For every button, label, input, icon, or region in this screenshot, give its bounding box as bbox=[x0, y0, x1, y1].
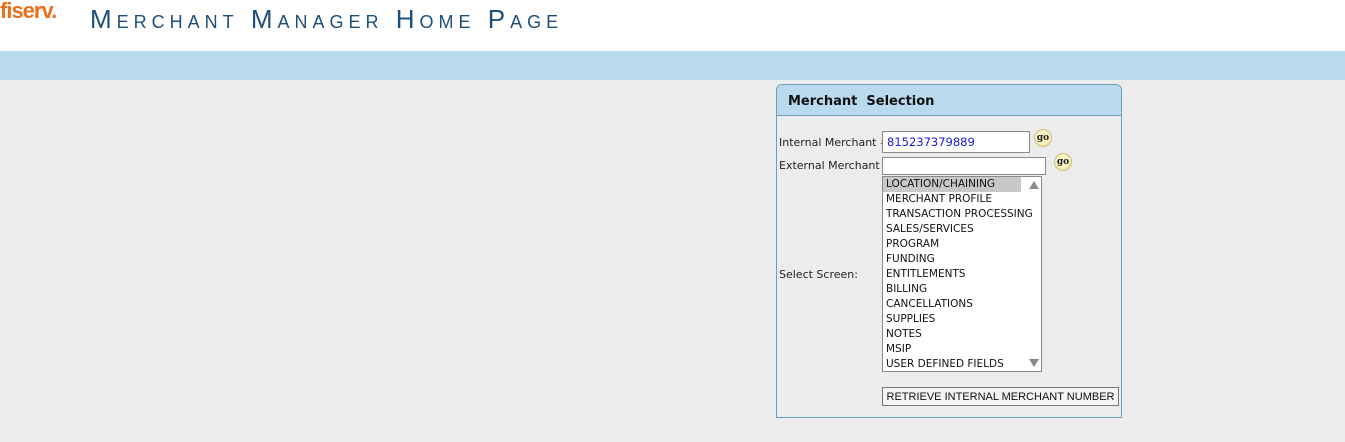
page-title: Merchant Manager Home Page bbox=[90, 4, 564, 34]
screen-option[interactable]: PROGRAM bbox=[883, 237, 1021, 252]
screen-option[interactable]: FUNDING bbox=[883, 252, 1021, 267]
screen-option[interactable]: TRANSACTION PROCESSING bbox=[883, 207, 1033, 222]
screen-option[interactable]: BILLING bbox=[883, 282, 1021, 297]
external-merchant-input[interactable] bbox=[882, 157, 1046, 175]
screen-option[interactable]: MERCHANT PROFILE bbox=[883, 192, 1021, 207]
internal-go-button[interactable]: go bbox=[1034, 129, 1052, 147]
screen-option[interactable]: SALES/SERVICES bbox=[883, 222, 1021, 237]
panel-title: Merchant Selection bbox=[788, 94, 935, 109]
screen-options: LOCATION/CHAINING MERCHANT PROFILE TRANSAC… bbox=[883, 177, 1041, 371]
screen-option[interactable]: CANCELLATIONS bbox=[883, 297, 1021, 312]
screen-option[interactable]: LOCATION/CHAINING bbox=[883, 177, 1021, 192]
scroll-up-arrow-icon[interactable] bbox=[1029, 181, 1039, 189]
select-screen-label: Select Screen: bbox=[779, 268, 858, 281]
screen-option[interactable]: MSIP bbox=[883, 342, 1021, 357]
internal-merchant-label: Internal Merchant #: bbox=[779, 136, 893, 149]
external-merchant-label: External Merchant #: bbox=[779, 159, 897, 172]
merchant-selection-panel: Merchant Selection Internal Merchant #: … bbox=[776, 84, 1122, 418]
fiserv-logo: fiserv. bbox=[0, 0, 57, 23]
scroll-down-arrow-icon[interactable] bbox=[1029, 359, 1039, 367]
panel-header: Merchant Selection bbox=[777, 85, 1121, 116]
screen-option[interactable]: NOTES bbox=[883, 327, 1021, 342]
screen-listbox[interactable]: LOCATION/CHAINING MERCHANT PROFILE TRANSAC… bbox=[882, 176, 1042, 372]
screen-option[interactable]: ENTITLEMENTS bbox=[883, 267, 1021, 282]
screen-option[interactable]: SUPPLIES bbox=[883, 312, 1021, 327]
header: fiserv. Merchant Manager Home Page bbox=[0, 0, 1345, 51]
screen-option[interactable]: USER DEFINED FIELDS bbox=[883, 357, 1021, 371]
header-band bbox=[0, 51, 1345, 80]
external-go-button[interactable]: go bbox=[1054, 153, 1072, 171]
internal-merchant-input[interactable] bbox=[882, 131, 1030, 153]
retrieve-internal-merchant-number-button[interactable]: RETRIEVE INTERNAL MERCHANT NUMBER bbox=[882, 387, 1119, 406]
